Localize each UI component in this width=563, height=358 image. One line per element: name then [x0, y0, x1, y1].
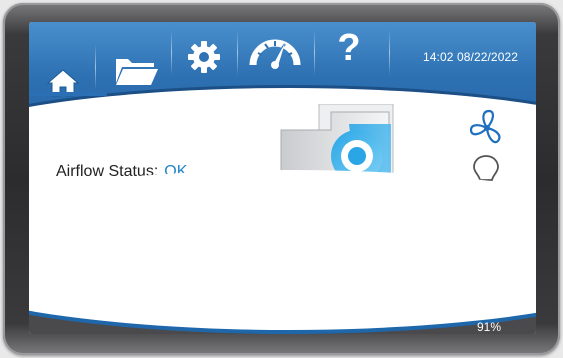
settings-button[interactable]: [181, 36, 227, 78]
datetime-display: 14:02 08/22/2022: [423, 50, 519, 64]
top-navigation-bar: ? 14:02 08/22/2022: [29, 22, 536, 228]
nav-separator: [95, 44, 96, 90]
filter-percent-label: 91%: [476, 320, 501, 334]
folder-icon: [116, 59, 158, 85]
nav-separator: [314, 30, 315, 76]
active-tab-indicator: [29, 92, 107, 96]
status-bar: [29, 170, 536, 334]
gear-icon: [188, 41, 220, 73]
touch-screen: ? 14:02 08/22/2022 Airflow Status: OK 91…: [29, 22, 536, 334]
nav-separator: [237, 30, 238, 76]
help-button[interactable]: ?: [329, 24, 369, 72]
fan-icon: [469, 109, 501, 144]
files-button[interactable]: [111, 50, 161, 90]
question-icon: ?: [337, 27, 361, 69]
performance-button[interactable]: [247, 28, 303, 72]
fan-button[interactable]: [467, 108, 507, 153]
nav-separator: [171, 30, 172, 76]
speedometer-icon: [249, 39, 301, 69]
nav-separator: [389, 30, 390, 76]
bottombar-curve: [29, 170, 536, 330]
